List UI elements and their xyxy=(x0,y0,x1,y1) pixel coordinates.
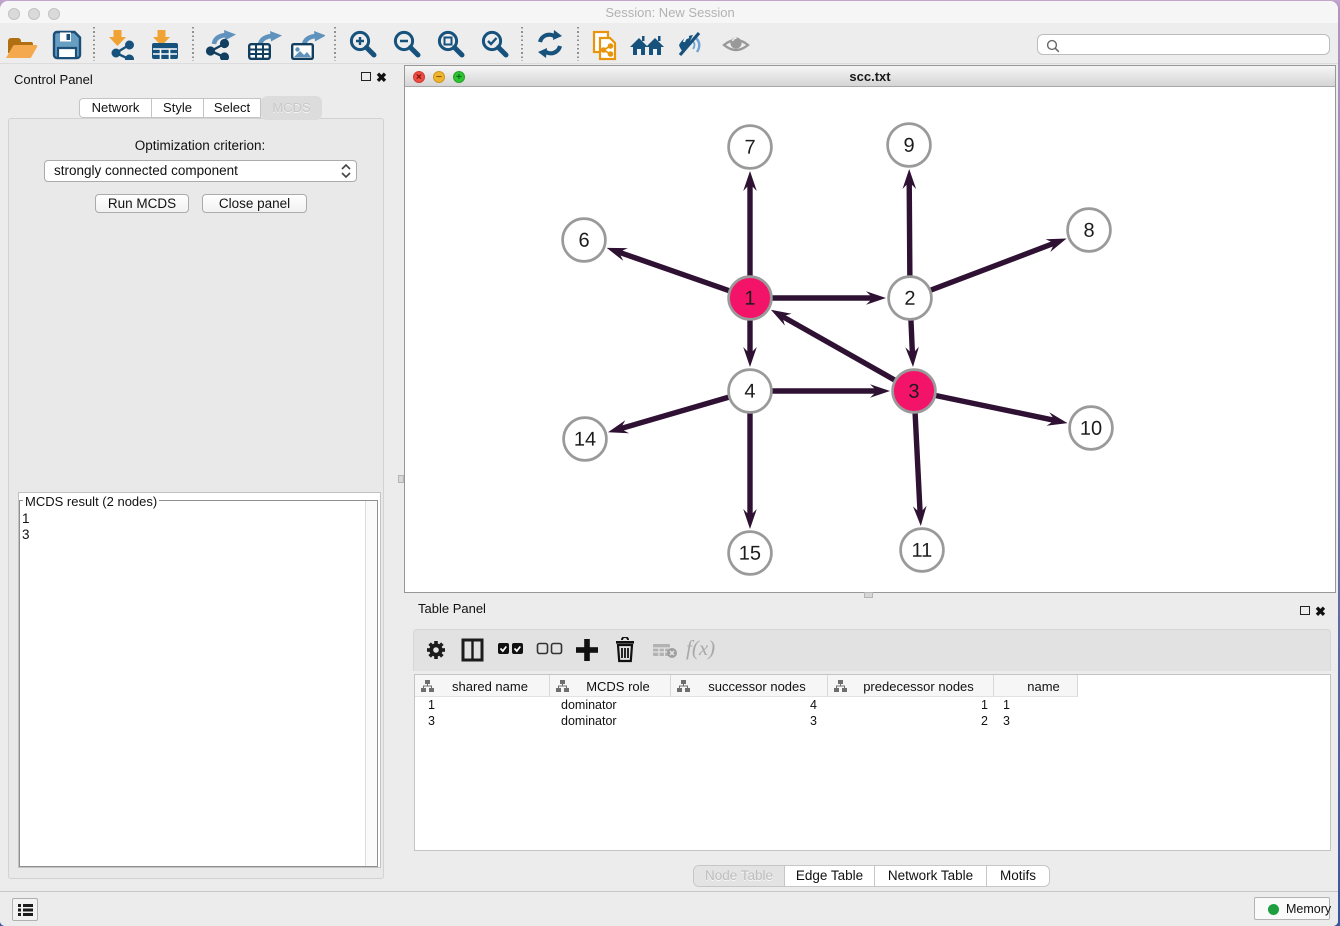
svg-text:10: 10 xyxy=(1080,418,1102,440)
svg-text:8: 8 xyxy=(1083,220,1094,242)
svg-text:15: 15 xyxy=(739,543,761,565)
svg-text:7: 7 xyxy=(744,137,755,159)
svg-text:11: 11 xyxy=(912,540,933,562)
svg-text:6: 6 xyxy=(578,230,589,252)
svg-text:1: 1 xyxy=(744,288,755,310)
svg-text:3: 3 xyxy=(908,381,919,403)
svg-text:14: 14 xyxy=(574,429,596,451)
svg-text:4: 4 xyxy=(744,381,755,403)
svg-text:9: 9 xyxy=(903,135,914,157)
svg-text:2: 2 xyxy=(904,288,915,310)
